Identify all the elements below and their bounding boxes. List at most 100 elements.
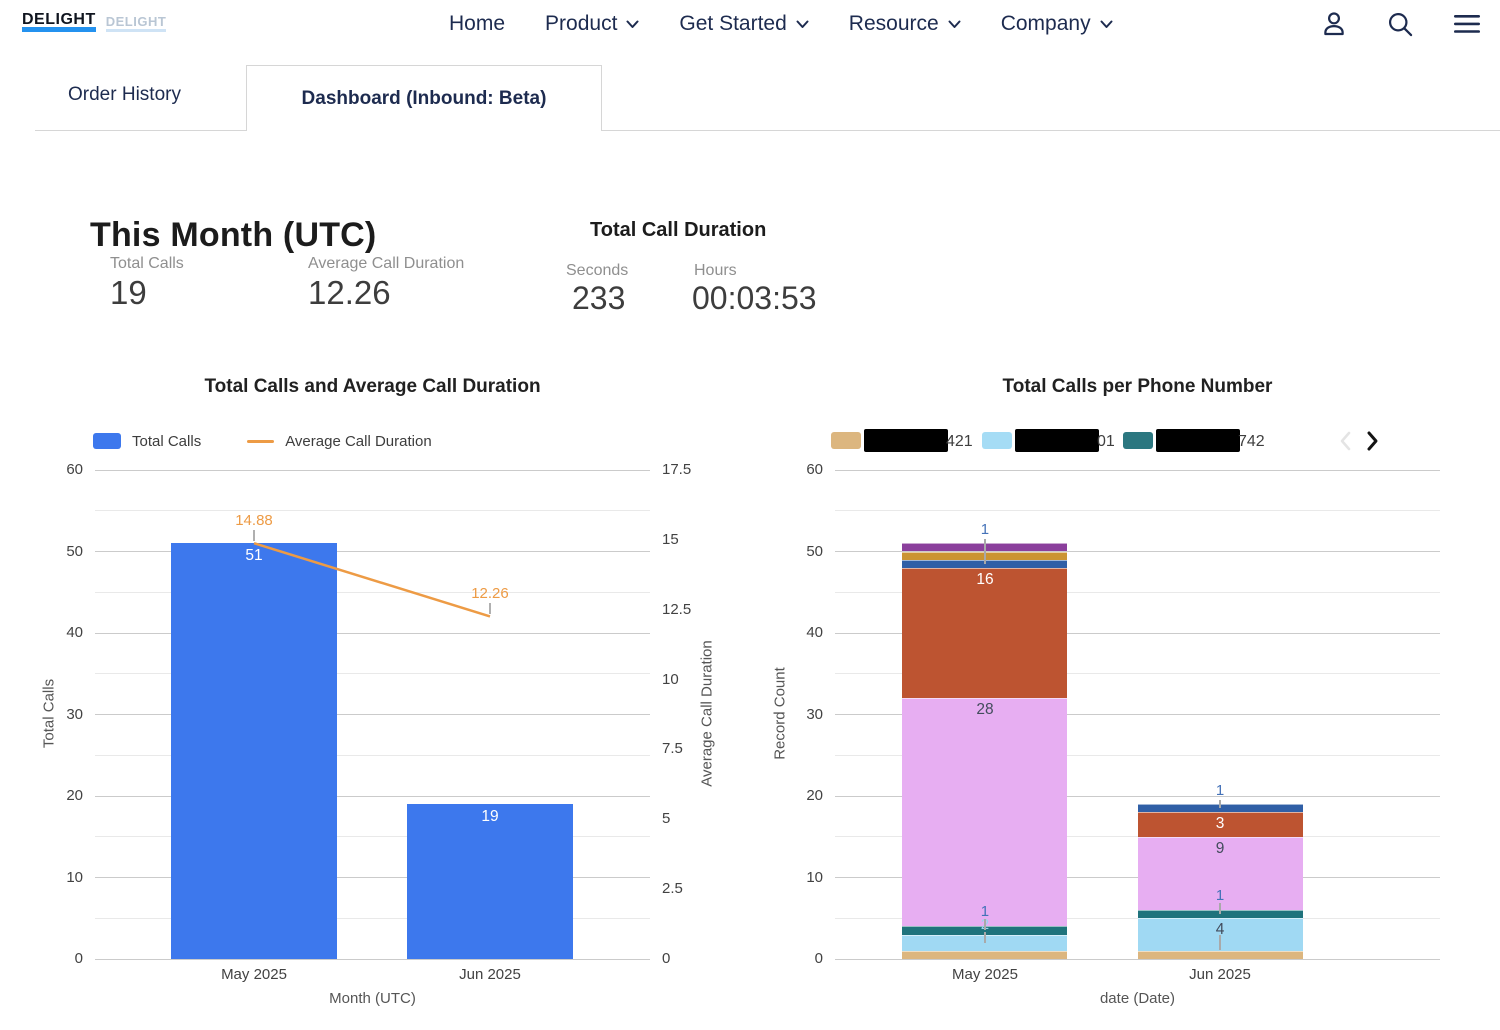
account-icon[interactable] <box>1320 10 1348 38</box>
legend-redaction-box <box>1015 429 1099 452</box>
y-axis-tick-label: 40 <box>783 624 823 641</box>
legend-prev-icon[interactable] <box>1338 430 1354 452</box>
x-axis-tick-label: May 2025 <box>915 966 1055 983</box>
x-axis-tick-label: Jun 2025 <box>420 966 560 983</box>
tab-dashboard-inbound-beta[interactable]: Dashboard (Inbound: Beta) <box>246 65 602 131</box>
line-point-label: 14.88 <box>219 512 289 529</box>
x-axis-tick-label: May 2025 <box>184 966 324 983</box>
top-nav: DELIGHT DELIGHT Home Product Get Started Re… <box>0 0 1500 48</box>
section-title: This Month (UTC) <box>90 216 376 255</box>
segment-value-label: 3 <box>1180 815 1260 833</box>
avg-duration-legend-label: Average Call Duration <box>285 433 431 450</box>
annotation-leader-line <box>984 932 986 943</box>
nav-item-company[interactable]: Company <box>1001 12 1113 36</box>
hours-value: 00:03:53 <box>692 280 817 317</box>
chart1-legend: Total Calls Average Call Duration <box>93 431 432 451</box>
seconds-label: Seconds <box>566 262 628 280</box>
chart2-x-axis-title: date (Date) <box>835 990 1440 1007</box>
logo-text: DELIGHT <box>22 11 96 29</box>
y-axis-tick-label: 20 <box>783 787 823 804</box>
annotation-leader-line <box>489 603 491 614</box>
main-nav: Home Product Get Started Resource Company <box>449 0 1113 48</box>
y-axis-tick-label: 0 <box>783 950 823 967</box>
y-axis-tick-label: 50 <box>783 543 823 560</box>
segment-callout-label: 1 <box>965 521 1005 538</box>
y-axis-tick-label: 0 <box>662 950 706 967</box>
nav-item-label: Company <box>1001 12 1091 36</box>
y-axis-tick-label: 12.5 <box>662 601 706 618</box>
tab-order-history[interactable]: Order History <box>68 84 181 106</box>
legend-series-swatch <box>1123 432 1153 449</box>
nav-item-resource[interactable]: Resource <box>849 12 961 36</box>
y-axis-tick-label: 30 <box>783 706 823 723</box>
legend-redaction-box <box>1156 429 1240 452</box>
chevron-down-icon <box>796 20 809 29</box>
chevron-down-icon <box>626 20 639 29</box>
nav-item-label: Product <box>545 12 617 36</box>
y-axis-tick-label: 15 <box>662 531 706 548</box>
chart1-x-axis-title: Month (UTC) <box>95 990 650 1007</box>
segment-value-label: 16 <box>945 571 1025 589</box>
avg-call-duration-label: Average Call Duration <box>308 255 464 273</box>
segment-callout-label: 1 <box>1200 887 1240 904</box>
stacked-bar-segment[interactable] <box>902 698 1067 926</box>
gridline <box>835 510 1440 511</box>
dashboard-page: DELIGHT DELIGHT Home Product Get Started Re… <box>0 0 1500 1030</box>
hours-label: Hours <box>694 262 737 280</box>
chart1-title: Total Calls and Average Call Duration <box>95 376 650 398</box>
nav-item-label: Resource <box>849 12 939 36</box>
annotation-leader-line <box>1219 903 1221 914</box>
y-axis-tick-label: 10 <box>783 869 823 886</box>
y-axis-tick-label: 30 <box>43 706 83 723</box>
stacked-bar-segment[interactable] <box>902 951 1067 959</box>
chart-total-calls-per-phone-number: Total Calls per Phone Number 42101742 Re… <box>770 360 1482 1025</box>
avg-duration-line-series[interactable] <box>95 470 650 959</box>
nav-icons <box>1320 0 1482 48</box>
legend-phone-suffix: 01 <box>1097 430 1115 453</box>
y-axis-tick-label: 10 <box>43 869 83 886</box>
segment-callout-label: 1 <box>1200 782 1240 799</box>
chevron-down-icon <box>948 20 961 29</box>
line-point-label: 12.26 <box>455 585 525 602</box>
chart1-right-axis-title: Average Call Duration <box>699 584 716 844</box>
legend-phone-suffix: 742 <box>1238 430 1265 453</box>
y-axis-tick-label: 17.5 <box>662 461 706 478</box>
y-axis-tick-label: 5 <box>662 810 706 827</box>
total-calls-legend-label: Total Calls <box>132 433 201 450</box>
logo-underline <box>22 27 96 32</box>
legend-series-swatch <box>982 432 1012 449</box>
segment-value-label: 28 <box>945 701 1025 719</box>
seconds-value: 233 <box>572 280 625 317</box>
annotation-leader-line <box>253 530 255 541</box>
total-calls-legend-swatch <box>93 433 121 449</box>
legend-next-icon[interactable] <box>1364 430 1380 452</box>
segment-value-label: 9 <box>1180 840 1260 858</box>
menu-icon[interactable] <box>1452 11 1482 37</box>
y-axis-tick-label: 10 <box>662 671 706 688</box>
logo-ghost-text: DELIGHT <box>106 14 167 30</box>
nav-item-label: Get Started <box>679 12 786 36</box>
legend-phone-suffix: 421 <box>946 430 973 453</box>
annotation-leader-line <box>984 919 986 930</box>
search-icon[interactable] <box>1386 10 1414 38</box>
y-axis-tick-label: 20 <box>43 787 83 804</box>
logo-ghost-underline <box>106 29 167 32</box>
nav-item-home[interactable]: Home <box>449 12 505 36</box>
stacked-bar-segment[interactable] <box>1138 951 1303 959</box>
y-axis-tick-label: 60 <box>783 461 823 478</box>
chevron-down-icon <box>1100 20 1113 29</box>
segment-value-label: 4 <box>1180 921 1260 939</box>
legend-series-swatch <box>831 432 861 449</box>
brand-logo[interactable]: DELIGHT DELIGHT <box>22 11 166 30</box>
nav-item-product[interactable]: Product <box>545 12 639 36</box>
segment-callout-label: 1 <box>965 903 1005 920</box>
nav-item-get-started[interactable]: Get Started <box>679 12 808 36</box>
y-axis-tick-label: 50 <box>43 543 83 560</box>
total-calls-label: Total Calls <box>110 255 184 273</box>
y-axis-tick-label: 7.5 <box>662 740 706 757</box>
chart-total-calls-and-avg-duration: Total Calls and Average Call Duration To… <box>35 360 735 1025</box>
y-axis-tick-label: 0 <box>43 950 83 967</box>
x-axis-tick-label: Jun 2025 <box>1150 966 1290 983</box>
total-call-duration-title: Total Call Duration <box>590 219 766 242</box>
total-calls-value: 19 <box>110 274 147 312</box>
